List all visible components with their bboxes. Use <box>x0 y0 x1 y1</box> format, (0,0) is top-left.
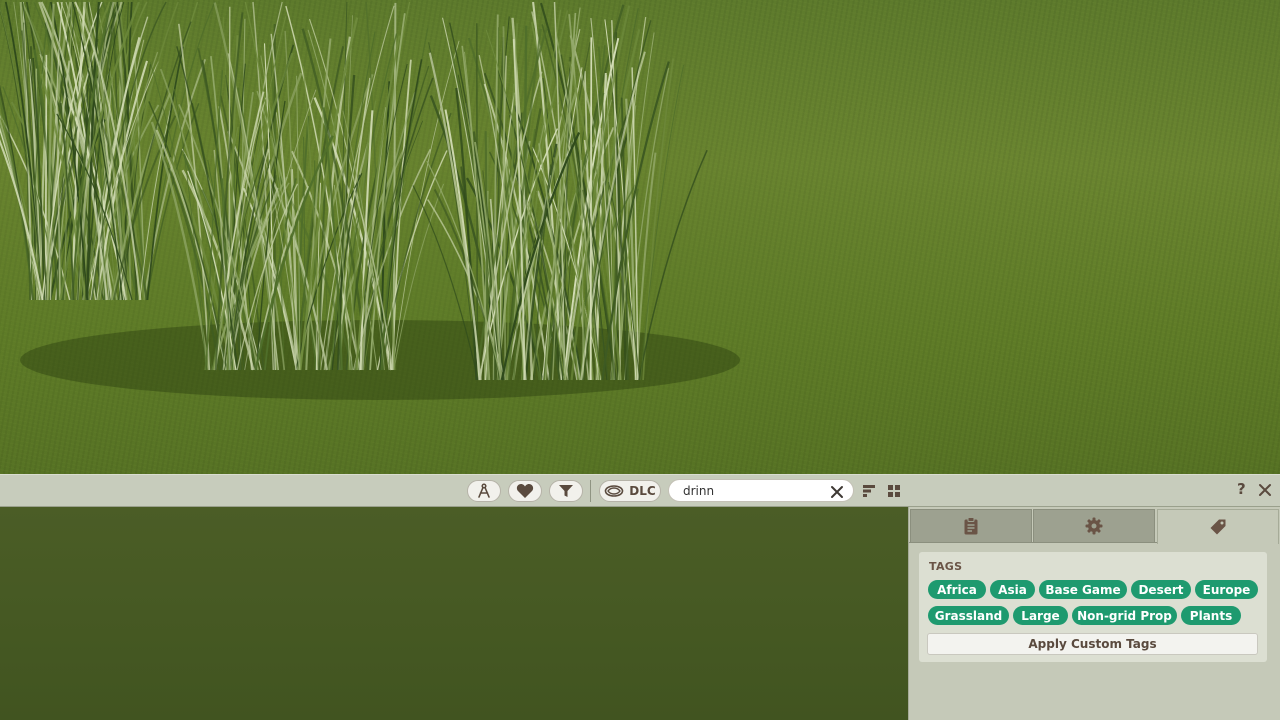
heart-icon <box>516 484 534 498</box>
tab-tags[interactable] <box>1157 509 1279 544</box>
sort-icon[interactable] <box>862 483 876 502</box>
tag-chip[interactable]: Plants <box>1181 606 1241 625</box>
tags-section: TAGS Africa Asia Base Game Desert Europe… <box>919 552 1267 662</box>
tag-chip[interactable]: Large <box>1013 606 1068 625</box>
tab-underline <box>909 542 1157 543</box>
tag-chip[interactable]: Base Game <box>1039 580 1127 599</box>
gear-icon <box>1085 517 1103 535</box>
tag-icon <box>1210 519 1226 535</box>
clear-search-icon[interactable] <box>830 484 844 503</box>
tab-info[interactable] <box>910 509 1032 542</box>
tags-heading: TAGS <box>929 560 963 573</box>
apply-custom-tags-button[interactable]: Apply Custom Tags <box>927 633 1258 655</box>
tag-chip[interactable]: Grassland <box>928 606 1009 625</box>
help-button[interactable]: ? <box>1237 480 1246 498</box>
toolbar-divider <box>590 480 591 502</box>
clipboard-icon <box>964 517 978 535</box>
asset-info-panel: TAGS Africa Asia Base Game Desert Europe… <box>908 507 1280 720</box>
close-icon[interactable] <box>1258 482 1272 501</box>
tag-chip[interactable]: Non-grid Prop <box>1072 606 1177 625</box>
search-input[interactable] <box>683 483 823 499</box>
grid-view-icon[interactable] <box>887 483 901 502</box>
tab-settings[interactable] <box>1033 509 1155 542</box>
grass-clump-model <box>0 1 740 400</box>
compass-button[interactable] <box>467 480 501 502</box>
favourites-button[interactable] <box>508 480 542 502</box>
compass-icon <box>478 483 490 498</box>
dlc-pack-icon <box>604 485 624 497</box>
tag-chip[interactable]: Africa <box>928 580 986 599</box>
tag-chip[interactable]: Europe <box>1195 580 1258 599</box>
filter-icon <box>559 485 573 497</box>
search-box[interactable] <box>668 479 854 502</box>
dlc-filter-button[interactable]: DLC <box>599 480 661 502</box>
tag-chip[interactable]: Desert <box>1131 580 1191 599</box>
tag-chip[interactable]: Asia <box>990 580 1035 599</box>
filter-button[interactable] <box>549 480 583 502</box>
dlc-label: DLC <box>629 484 656 498</box>
game-viewport[interactable] <box>0 0 1280 474</box>
